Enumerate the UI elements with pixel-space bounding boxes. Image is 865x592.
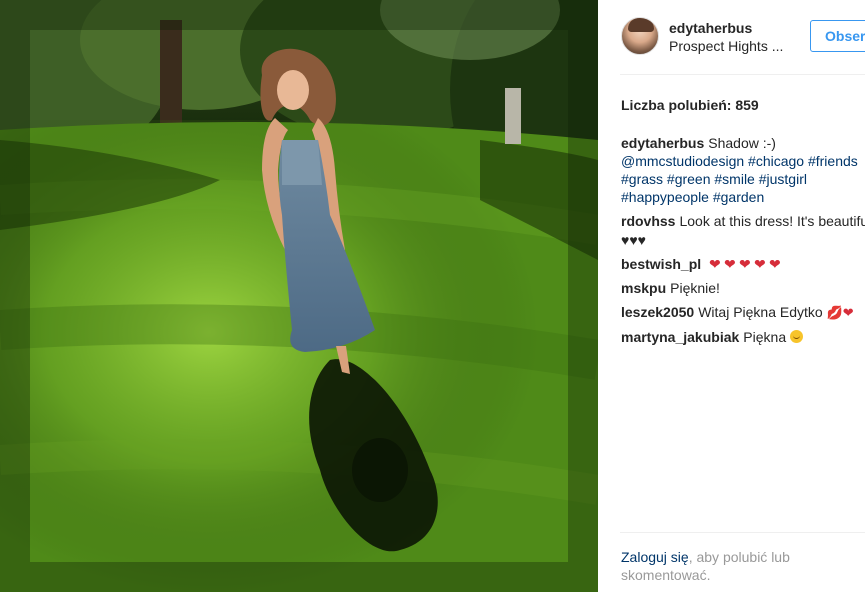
header-divider: [620, 74, 865, 75]
heart-icon: ❤: [724, 256, 736, 272]
smile-icon: [790, 330, 803, 343]
caption-hashtags-line-3[interactable]: #happypeople #garden: [621, 188, 865, 206]
comments-section: edytaherbus Shadow :-) @mmcstudiodesign #…: [621, 134, 865, 352]
login-link[interactable]: Zaloguj się: [621, 549, 689, 565]
caption-text: Shadow :-): [708, 135, 776, 151]
post-photo[interactable]: [0, 0, 598, 592]
comment-item: mskpu Pięknie!: [621, 279, 865, 297]
likes-count[interactable]: Liczba polubień: 859: [621, 97, 759, 113]
heart-icon: ❤: [769, 256, 781, 272]
more-options-icon[interactable]: ⋮: [860, 96, 865, 112]
comment-username[interactable]: rdovhss: [621, 213, 675, 229]
caption-username[interactable]: edytaherbus: [621, 135, 704, 151]
red-hearts-emoji: ❤ ❤ ❤ ❤ ❤: [709, 256, 784, 272]
comment-username[interactable]: leszek2050: [621, 304, 694, 320]
comment-text: Pięknie!: [670, 280, 720, 296]
login-prompt-text-line2: skomentować.: [621, 567, 711, 583]
comment-item: bestwish_pl ❤ ❤ ❤ ❤ ❤: [621, 255, 865, 273]
kiss-heart-icon: 💋❤: [826, 305, 854, 320]
post-caption: edytaherbus Shadow :-) @mmcstudiodesign #…: [621, 134, 865, 206]
heart-icon: ❤: [754, 256, 766, 272]
comment-text: Witaj Piękna Edytko: [698, 304, 823, 320]
post-header: edytaherbus Prospect Hights ... Obser: [598, 0, 865, 72]
comment-item: martyna_jakubiak Piękna: [621, 328, 865, 346]
heart-icon: ❤: [739, 256, 751, 272]
post-username[interactable]: edytaherbus: [669, 20, 752, 36]
comment-username[interactable]: mskpu: [621, 280, 666, 296]
login-prompt: Zaloguj się, aby polubić lub skomentować…: [621, 548, 841, 584]
post-location[interactable]: Prospect Hights ...: [669, 38, 783, 54]
footer-divider: [620, 532, 865, 533]
comment-text: Look at this dress! It's beautiful: [679, 213, 865, 229]
comment-item: leszek2050 Witaj Piękna Edytko 💋❤: [621, 303, 865, 322]
comment-item: rdovhss Look at this dress! It's beautifu…: [621, 212, 865, 249]
caption-hashtags-line-2[interactable]: #grass #green #smile #justgirl: [621, 170, 865, 188]
comment-text: Piękna: [743, 329, 787, 345]
heart-icon: ❤: [709, 256, 721, 272]
follow-button[interactable]: Obser: [810, 20, 865, 52]
comment-username[interactable]: martyna_jakubiak: [621, 329, 739, 345]
garden-photo-illustration: [0, 0, 598, 592]
post-side-panel: edytaherbus Prospect Hights ... Obser Li…: [598, 0, 865, 592]
black-hearts: ♥♥♥: [621, 232, 646, 248]
comment-username[interactable]: bestwish_pl: [621, 256, 701, 272]
profile-avatar[interactable]: [621, 17, 659, 55]
caption-hashtags-line-1[interactable]: @mmcstudiodesign #chicago #friends: [621, 152, 865, 170]
login-prompt-text: , aby polubić lub: [688, 549, 790, 565]
